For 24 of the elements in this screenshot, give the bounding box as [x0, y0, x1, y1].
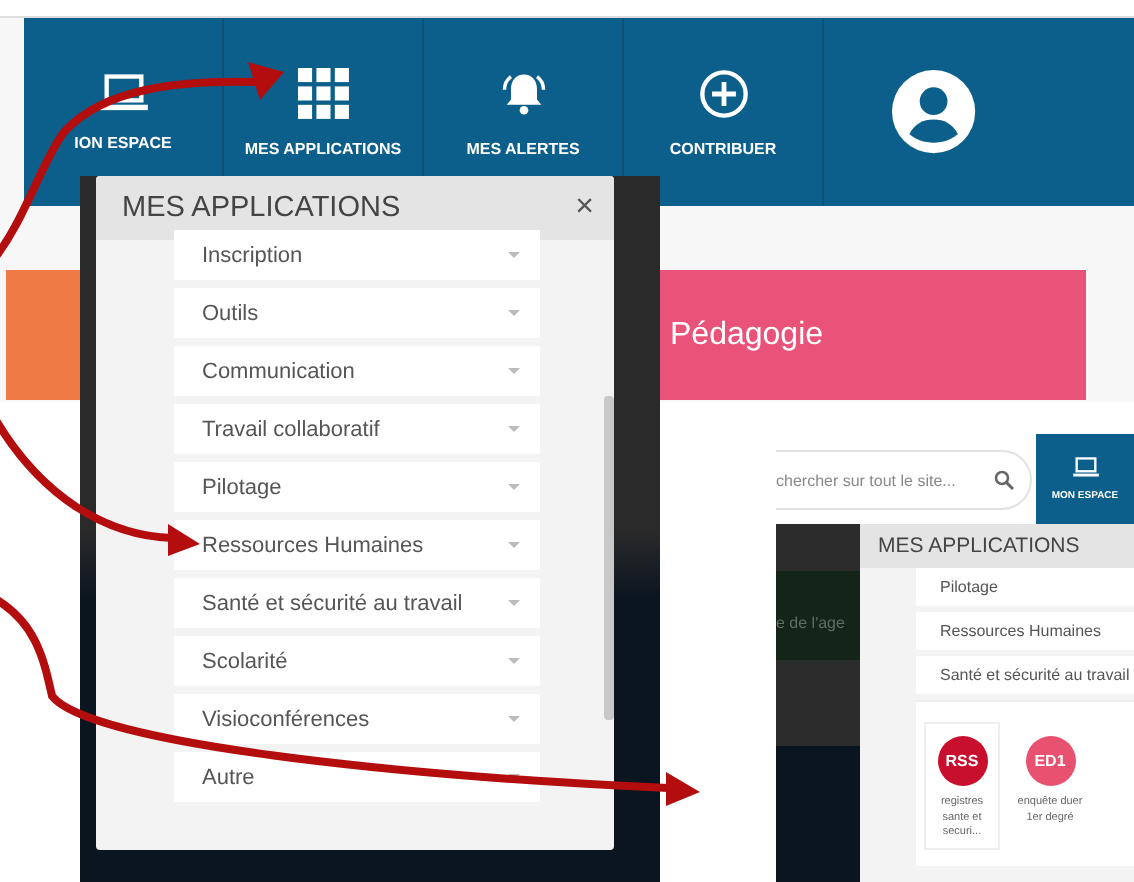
category-item[interactable]: Santé et sécurité au travail — [174, 578, 540, 628]
search-icon — [994, 470, 1014, 490]
scrollbar[interactable] — [604, 396, 614, 720]
category-item[interactable]: Travail collaboratif — [174, 404, 540, 454]
background-text: e de l'age — [776, 614, 845, 632]
laptop-icon — [97, 72, 149, 114]
category-item[interactable]: Outils — [174, 288, 540, 338]
laptop-icon — [1071, 456, 1099, 480]
app-badge: ED1 — [1025, 736, 1075, 786]
plus-circle-icon — [697, 67, 749, 119]
category-item[interactable]: Pilotage — [174, 462, 540, 512]
category-item[interactable]: Visioconférences — [174, 694, 540, 744]
category-item[interactable]: Ressources Humaines — [916, 612, 1134, 650]
grid-icon — [297, 67, 349, 119]
user-avatar-icon[interactable] — [892, 70, 976, 154]
app-badge: RSS — [937, 736, 987, 786]
category-item[interactable]: Inscription — [174, 230, 540, 280]
category-item[interactable]: Pilotage — [916, 568, 1134, 606]
category-item[interactable]: Scolarité — [174, 636, 540, 686]
dialog-title: MES APPLICATIONS — [860, 524, 1134, 568]
category-item[interactable]: Ressources Humaines — [174, 520, 540, 570]
category-item[interactable]: Communication — [174, 346, 540, 396]
category-item[interactable]: Santé et sécurité au travail — [916, 656, 1134, 694]
search-field[interactable]: chercher sur tout le site... — [776, 450, 1032, 510]
